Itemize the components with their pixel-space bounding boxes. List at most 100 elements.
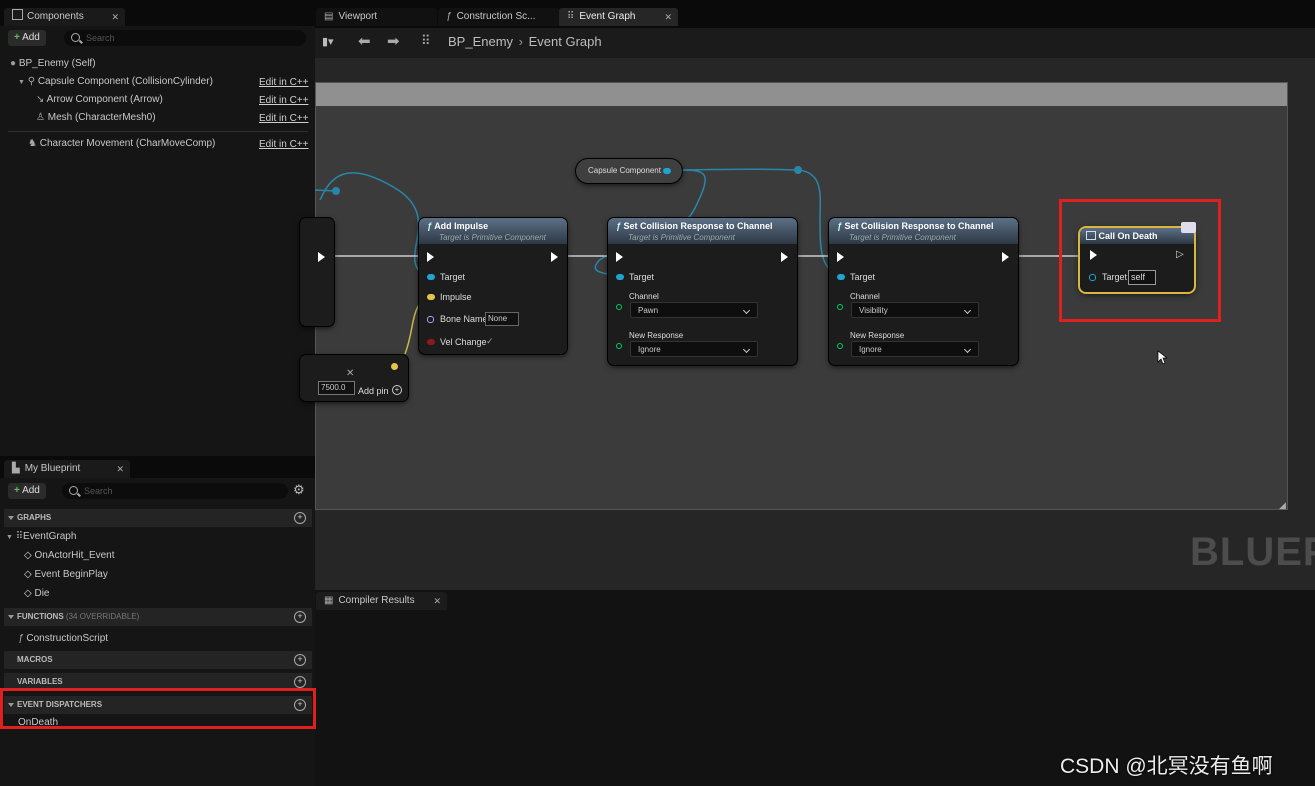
partial-event-node[interactable] [300,218,334,326]
forward-arrow-icon[interactable]: ➡ [387,32,400,50]
section-macros[interactable]: MACROS + [4,651,312,669]
close-icon[interactable]: ✕ [116,460,124,478]
object-pin-icon[interactable] [427,274,435,280]
new-response-dropdown[interactable]: Ignore [630,341,758,357]
value-input[interactable]: 7500.0 [318,381,355,395]
component-item-movement[interactable]: ♞ Character Movement (CharMoveComp) [28,136,215,152]
chevron-right-icon: › [518,34,524,49]
exec-out-pin[interactable] [1002,252,1009,262]
object-pin-icon[interactable] [616,274,624,280]
exec-in-pin[interactable] [616,252,623,262]
edit-in-cpp-link[interactable]: Edit in C++ [259,139,308,150]
bone-name-input[interactable]: None [485,312,519,326]
collapse-arrow-icon [8,516,14,520]
object-pin-icon[interactable] [837,274,845,280]
highlight-box-call-on-death [1059,199,1221,322]
reroute-dot[interactable] [794,166,802,174]
node-title: ƒ Set Collision Response to Channel [616,221,773,231]
function-item-constructionscript[interactable]: ƒ ConstructionScript [18,631,108,647]
edit-in-cpp-link[interactable]: Edit in C++ [259,95,308,106]
tab-event-graph[interactable]: ⠿ Event Graph ✕ [559,8,678,26]
pin-label-target: Target [629,272,655,282]
close-icon[interactable]: ✕ [433,592,441,610]
exec-out-pin[interactable] [318,252,325,262]
set-collision-response-node-1[interactable]: ƒ Set Collision Response to Channel Targ… [608,218,797,365]
enum-pin-icon[interactable] [837,343,843,349]
enum-pin-icon[interactable] [616,304,622,310]
name-pin-icon[interactable] [427,316,434,323]
breadcrumb-graph[interactable]: Event Graph [529,34,602,49]
component-item-self[interactable]: ● BP_Enemy (Self) [10,56,96,72]
close-icon[interactable]: ✕ [111,8,119,26]
arrow-component-icon: ↘ [36,94,45,105]
enum-pin-icon[interactable] [616,343,622,349]
graph-item-beginplay[interactable]: ◇ Event BeginPlay [24,567,108,583]
new-response-dropdown[interactable]: Ignore [851,341,979,357]
section-graphs[interactable]: GRAPHS + [4,509,312,527]
component-item-arrow[interactable]: ↘ Arrow Component (Arrow) [36,92,163,108]
event-diamond-icon: ◇ [24,588,32,599]
add-graph-icon[interactable]: + [294,512,306,524]
tab-components[interactable]: Components ✕ [4,8,125,26]
reroute-dot[interactable] [332,187,340,195]
my-blueprint-add-button[interactable]: + Add [8,483,46,499]
add-pin-icon[interactable]: + [392,385,402,395]
pin-label-target: Target [850,272,876,282]
enum-pin-icon[interactable] [837,304,843,310]
add-impulse-node[interactable]: ƒ Add Impulse Target is Primitive Compon… [419,218,567,354]
component-item-capsule[interactable]: ▼ ⚲ Capsule Component (CollisionCylinder… [18,74,213,90]
my-blueprint-search-input[interactable]: Search [62,483,288,499]
function-icon: ƒ [446,11,452,22]
capsule-component-getter-node[interactable]: Capsule Component [576,159,682,183]
breadcrumb-blueprint[interactable]: BP_Enemy [448,34,513,49]
set-collision-response-node-2[interactable]: ƒ Set Collision Response to Channel Targ… [829,218,1018,365]
pin-label-vel-change: Vel Change [440,337,487,347]
component-item-mesh[interactable]: ♙ Mesh (CharacterMesh0) [36,110,156,126]
add-variable-icon[interactable]: + [294,676,306,688]
components-search-input[interactable]: Search [64,30,306,46]
pin-label-channel: Channel [850,292,880,301]
vector-out-pin[interactable] [391,363,398,370]
bool-pin-icon[interactable] [427,339,435,345]
node-subtitle: Target is Primitive Component [628,233,735,242]
divider [8,131,308,132]
exec-out-pin[interactable] [551,252,558,262]
gear-icon[interactable]: ⚙ [293,482,305,498]
channel-dropdown[interactable]: Pawn [630,302,758,318]
section-functions[interactable]: FUNCTIONS (34 OVERRIDABLE) + [4,608,312,626]
add-function-icon[interactable]: + [294,611,306,623]
plus-icon: + [14,32,20,43]
close-icon[interactable]: ✕ [664,8,672,26]
viewport-icon: ▤ [324,11,334,22]
back-arrow-icon[interactable]: ⬅ [358,32,371,50]
pin-label-impulse: Impulse [440,292,472,302]
graph-item-die[interactable]: ◇ Die [24,586,50,602]
bookmark-icon[interactable]: ▮▾ [322,35,334,48]
remove-pin-icon[interactable]: ✕ [346,368,354,379]
tab-viewport[interactable]: ▤ Viewport [316,8,437,26]
movement-icon: ♞ [28,138,37,149]
components-add-button[interactable]: + Add [8,30,46,46]
components-icon [12,9,23,20]
tab-my-blueprint[interactable]: ▙ My Blueprint ✕ [4,460,130,478]
exec-in-pin[interactable] [427,252,434,262]
edit-in-cpp-link[interactable]: Edit in C++ [259,77,308,88]
function-icon: ƒ [427,221,433,231]
graph-item-eventgraph[interactable]: ▼ ⠿EventGraph [6,529,76,545]
object-pin-icon[interactable] [663,168,671,174]
tab-compiler-results[interactable]: ▦ Compiler Results ✕ [316,592,447,610]
channel-dropdown[interactable]: Visibility [851,302,979,318]
tab-construction-script[interactable]: ƒ Construction Sc... [438,8,559,26]
vector-pin-icon[interactable] [427,294,435,300]
add-pin-label[interactable]: Add pin [358,386,389,396]
checkmark-icon[interactable]: ✓ [486,336,494,347]
chevron-down-icon [963,345,972,354]
exec-in-pin[interactable] [837,252,844,262]
expand-arrow-icon: ▼ [18,79,25,86]
exec-out-pin[interactable] [781,252,788,262]
pin-label-new-response: New Response [629,331,684,340]
edit-in-cpp-link[interactable]: Edit in C++ [259,113,308,124]
add-macro-icon[interactable]: + [294,654,306,666]
graph-item-onactorhit[interactable]: ◇ OnActorHit_Event [24,548,115,564]
make-vector-node[interactable]: ✕ 7500.0 Add pin + [300,355,408,401]
